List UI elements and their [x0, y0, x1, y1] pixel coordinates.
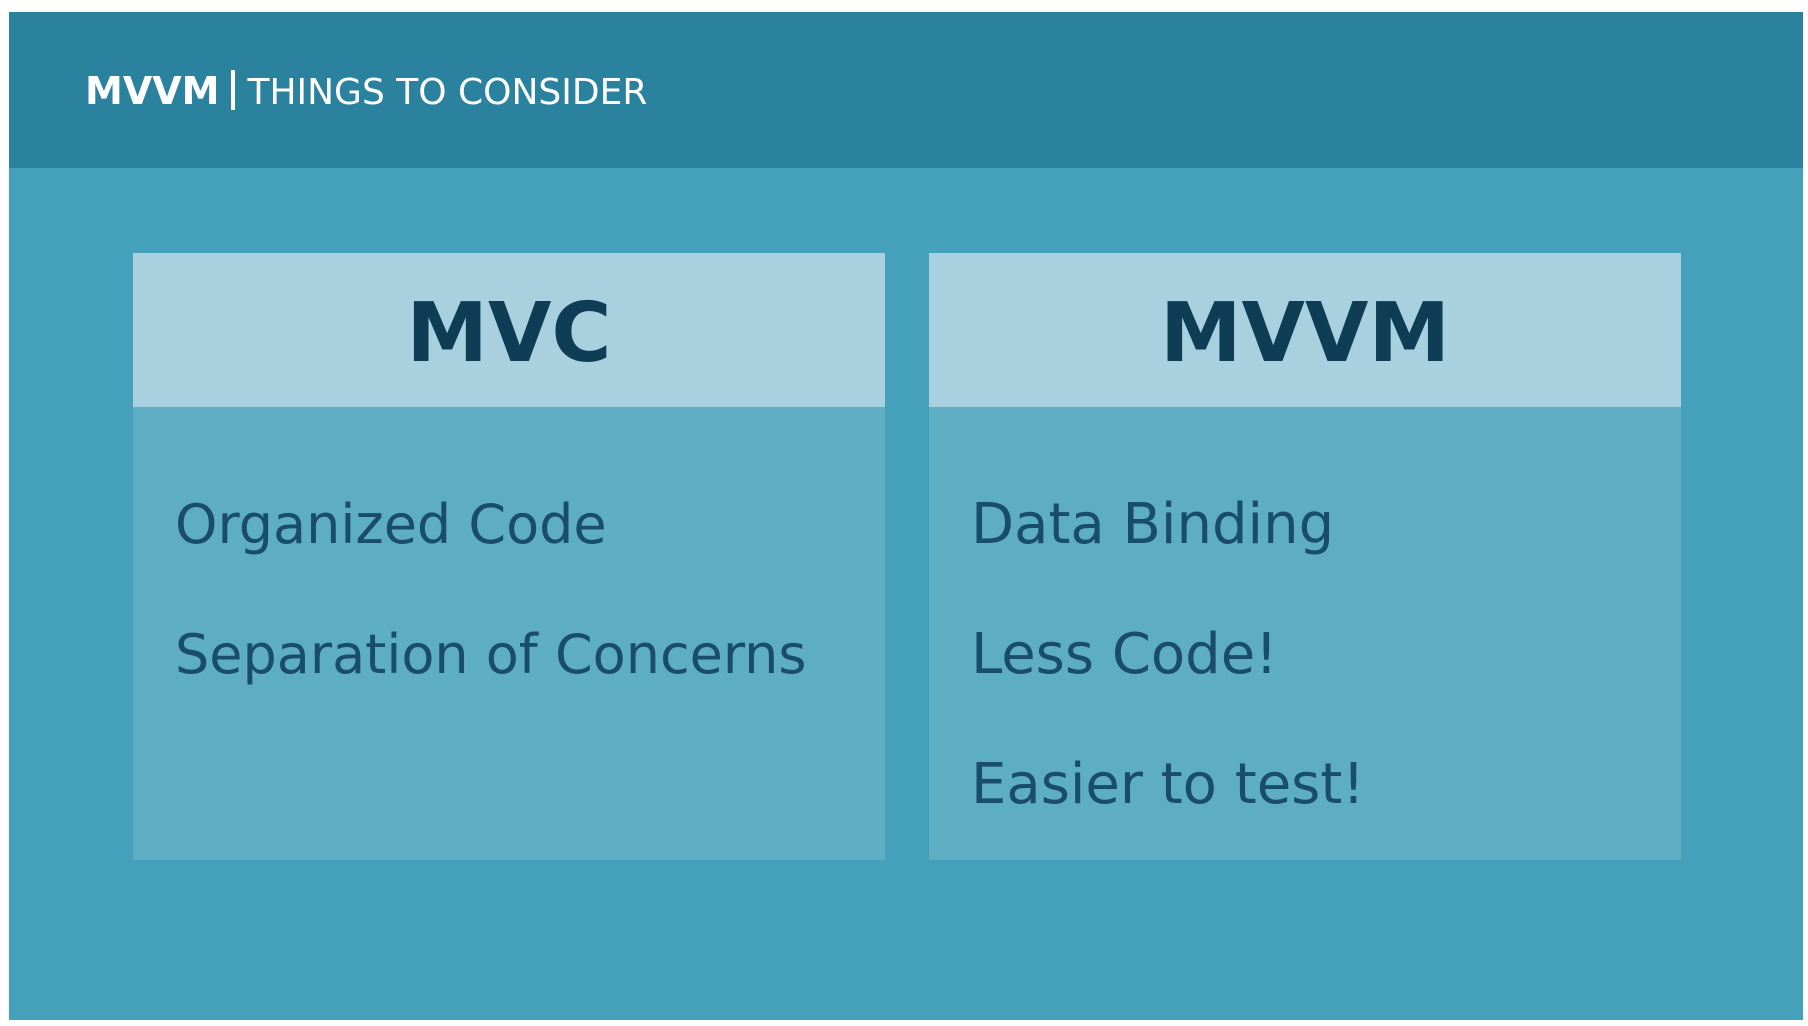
mvvm-item-easier-to-test: Easier to test! [971, 752, 1365, 817]
mvvm-card: MVVM Data Binding Less Code! Easier to t… [929, 253, 1681, 860]
mvc-card-title: MVC [406, 286, 612, 381]
mvvm-item-less-code: Less Code! [971, 622, 1278, 687]
mvc-card-header: MVC [133, 253, 885, 407]
title-topic: MVVM [85, 69, 220, 113]
page-title: MVVM THINGS TO CONSIDER [85, 70, 647, 111]
title-subtitle: THINGS TO CONSIDER [247, 72, 648, 113]
header-bar: MVVM THINGS TO CONSIDER [9, 12, 1803, 168]
slide: MVVM THINGS TO CONSIDER MVC Organized Cod… [9, 12, 1803, 1020]
mvvm-item-data-binding: Data Binding [971, 492, 1335, 557]
mvvm-card-title: MVVM [1159, 286, 1451, 381]
mvc-card: MVC Organized Code Separation of Concern… [133, 253, 885, 860]
mvc-item-separation-of-concerns: Separation of Concerns [175, 623, 807, 686]
mvc-card-body: Organized Code Separation of Concerns [133, 407, 885, 860]
mvvm-card-body: Data Binding Less Code! Easier to test! [929, 407, 1681, 860]
mvc-item-organized-code: Organized Code [175, 493, 607, 556]
title-separator [231, 70, 236, 110]
mvvm-card-header: MVVM [929, 253, 1681, 407]
